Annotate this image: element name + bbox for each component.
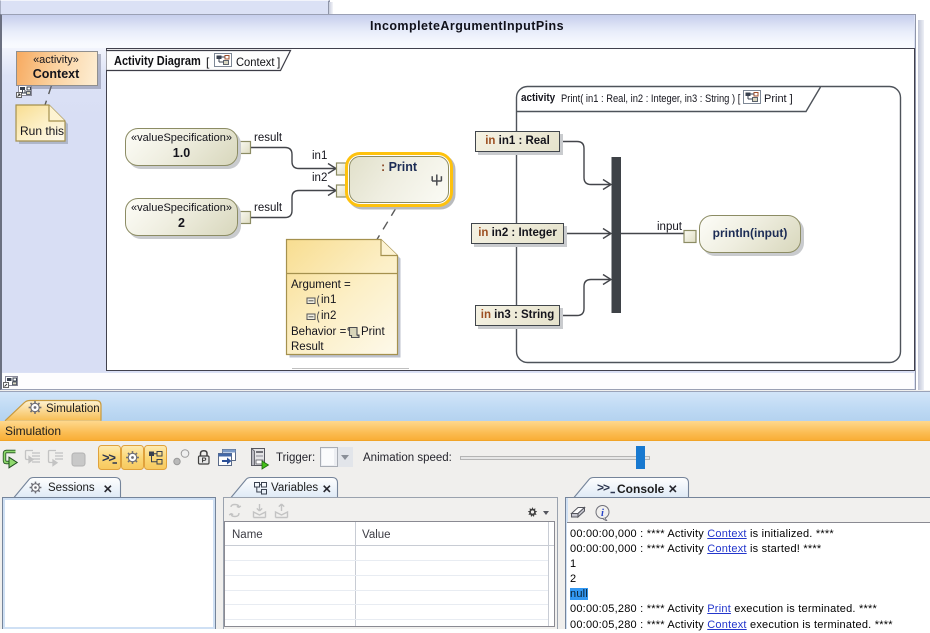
svg-text:>>: >>: [597, 481, 610, 495]
svg-text:i: i: [601, 508, 604, 519]
svg-text:P: P: [202, 456, 207, 465]
